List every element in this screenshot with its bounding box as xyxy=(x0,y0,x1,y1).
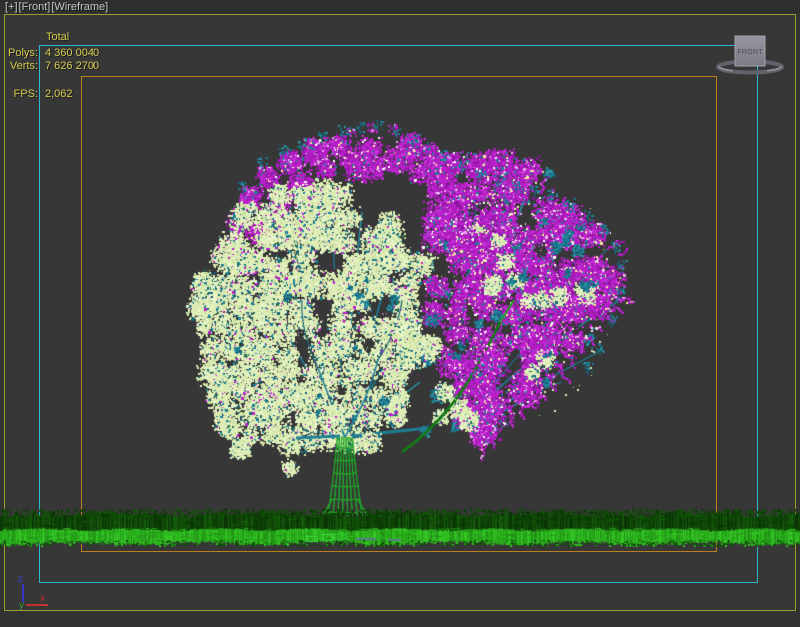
verts-label: Verts: xyxy=(8,60,38,72)
fps-label: FPS: xyxy=(8,88,38,100)
viewport-label: [+][Front][Wireframe] xyxy=(5,1,109,13)
world-axis-gizmo: z y x xyxy=(12,568,60,612)
axis-y-label: y xyxy=(19,600,24,611)
viewcube-front-label: FRONT xyxy=(737,49,763,56)
verts-total-value: 7 626 270 xyxy=(45,60,94,72)
axis-z-label: z xyxy=(18,574,23,585)
viewport-menu-view[interactable]: [Front] xyxy=(19,1,51,13)
viewport-window: [+][Front][Wireframe] Total Polys: 4 360… xyxy=(0,0,800,627)
fps-value: 2,062 xyxy=(45,88,73,100)
viewport-label-bar xyxy=(0,0,800,14)
verts-selected-value: 0 xyxy=(93,60,99,72)
polys-selected-value: 0 xyxy=(93,47,99,59)
stats-column-header: Total xyxy=(46,31,69,43)
polys-label: Polys: xyxy=(8,47,38,59)
axis-x-label: x xyxy=(40,593,45,604)
viewport-menu-shading[interactable]: [Wireframe] xyxy=(51,1,108,13)
polys-total-value: 4 360 004 xyxy=(45,47,94,59)
viewcube[interactable]: FRONT xyxy=(716,32,786,76)
viewport-menu-general[interactable]: [+] xyxy=(5,1,18,13)
safe-frame-title-rect xyxy=(81,76,717,552)
